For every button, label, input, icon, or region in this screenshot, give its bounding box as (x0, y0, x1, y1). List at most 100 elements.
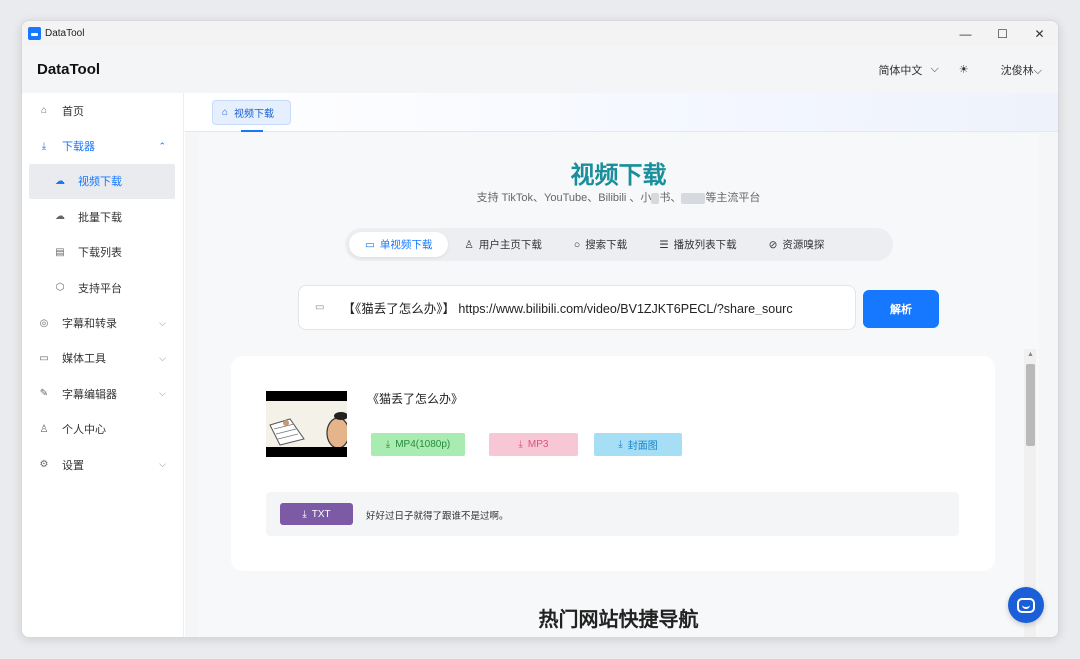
window-controls: — ☐ ✕ (947, 21, 1058, 46)
sidebar-item-video-download[interactable]: ☁ 视频下载 (29, 163, 175, 200)
sidebar-item-label: 下载器 (62, 141, 95, 154)
sidebar-item-settings[interactable]: ⚙ 设置 ⌵ (22, 447, 183, 482)
user-menu[interactable]: 沈俊林⌵ (1001, 62, 1042, 78)
subtitle-part-1: 支持 TikTok、YouTube、Bilibili 、小 (476, 192, 652, 204)
subtitle-part-3: 等主流平台 (705, 192, 761, 204)
title-bar: DataTool — ☐ ✕ (22, 21, 1058, 46)
tab-label: 用户主页下载 (478, 239, 542, 251)
url-input[interactable] (342, 300, 843, 315)
sidebar-item-label: 媒体工具 (62, 353, 106, 366)
video-thumbnail[interactable] (266, 391, 347, 457)
video-icon: ▭ (39, 352, 49, 364)
brand-name: DataTool (37, 61, 101, 78)
page-subtitle: 支持 TikTok、YouTube、Bilibili 、小 书、 等主流平台 (198, 189, 1039, 205)
button-label: TXT (311, 508, 331, 520)
button-label: 封面图 (627, 441, 658, 452)
tab-label: 视频下载 (234, 109, 275, 120)
edit-icon: ✎ (39, 388, 49, 400)
tab-resource-sniff[interactable]: ⊘ 资源嗅探 (753, 232, 841, 257)
tab-underline (241, 130, 263, 132)
sidebar-item-profile[interactable]: ♙ 个人中心 (22, 412, 183, 447)
compass-icon: ⊘ (768, 238, 778, 251)
sidebar-item-batch-download[interactable]: ☁ 批量下载 (22, 199, 183, 234)
download-icon: ⤓ (518, 439, 523, 450)
sidebar-item-label: 视频下载 (78, 176, 122, 189)
sidebar-item-label: 支持平台 (78, 282, 122, 295)
sidebar-item-supported-platforms[interactable]: ⬡ 支持平台 (22, 270, 183, 305)
user-icon: ♙ (464, 238, 474, 251)
sidebar-item-download-list[interactable]: ▤ 下载列表 (22, 235, 183, 270)
video-title: 《猫丢了怎么办》 (367, 392, 464, 406)
tab-label: 播放列表下载 (673, 239, 737, 251)
tab-video-download[interactable]: ⌂ 视频下载 (212, 100, 291, 125)
chevron-down-icon: ⌵ (159, 388, 166, 399)
sidebar: ⌂ 首页 ⤓ 下载器 ⌃ ☁ 视频下载 ☁ 批量下载 ▤ 下载列表 ⬡ 支持平台… (22, 93, 184, 637)
tab-playlist[interactable]: ☰ 播放列表下载 (643, 232, 752, 257)
main-area: ⌂ 视频下载 视频下载 支持 TikTok、YouTube、Bilibili 、… (185, 93, 1058, 637)
sidebar-item-label: 设置 (62, 459, 84, 472)
app-logo-icon (28, 27, 41, 40)
download-txt-button[interactable]: ⤓ TXT (280, 503, 353, 525)
tab-label: 单视频下载 (379, 239, 433, 251)
content-panel: 视频下载 支持 TikTok、YouTube、Bilibili 、小 书、 等主流平… (198, 133, 1039, 637)
scroll-thumb[interactable] (1026, 364, 1035, 446)
language-selector[interactable]: 简体中文 ⌵ (878, 62, 938, 78)
sidebar-item-label: 首页 (62, 105, 84, 118)
maximize-button[interactable]: ☐ (984, 21, 1021, 46)
redacted-block (681, 192, 706, 204)
transcript-row: ⤓ TXT 好好过日子就得了跟谁不是过啊。 (266, 492, 959, 536)
video-icon: ▭ (365, 238, 375, 251)
button-label: MP3 (527, 439, 549, 450)
language-label: 简体中文 (878, 64, 923, 77)
list-box-icon: ▤ (55, 246, 65, 258)
parse-button[interactable]: 解析 (863, 290, 939, 328)
sidebar-item-subtitle-editor[interactable]: ✎ 字幕编辑器 ⌵ (22, 376, 183, 411)
download-icon: ⤓ (385, 439, 391, 450)
cloud-icon: ☁ (55, 175, 65, 187)
subtitle-part-2: 书、 (659, 192, 682, 204)
cloud-icon: ☁ (55, 211, 65, 223)
sidebar-item-label: 个人中心 (62, 424, 106, 437)
sidebar-item-label: 批量下载 (78, 211, 122, 224)
chevron-up-icon: ⌃ (158, 140, 166, 151)
video-icon: ▭ (315, 302, 325, 313)
sidebar-item-subtitles[interactable]: ◎ 字幕和转录 ⌵ (22, 305, 183, 340)
home-icon: ⌂ (40, 105, 48, 117)
search-icon: ○ (573, 238, 581, 251)
sun-icon[interactable]: ☀ (959, 63, 969, 76)
close-button[interactable]: ✕ (1021, 21, 1058, 46)
download-mode-tabs: ▭ 单视频下载 ♙ 用户主页下载 ○ 搜索下载 ☰ 播放列表下载 ⊘ 资源嗅探 (345, 228, 893, 261)
page-tab-bar: ⌂ 视频下载 (185, 93, 1058, 132)
chevron-down-icon: ⌵ (159, 352, 166, 363)
window-title: DataTool (45, 28, 85, 39)
page-title: 视频下载 (570, 162, 667, 189)
home-icon: ⌂ (222, 107, 229, 118)
download-icon: ⤓ (618, 439, 623, 450)
header-actions: 简体中文 ⌵ ☀ 沈俊林⌵ (878, 62, 1042, 78)
minimize-button[interactable]: — (947, 21, 984, 46)
result-card: 《猫丢了怎么办》 ⤓ MP4(1080p) ⤓ MP3 ⤓ 封面图 ⤓ TXT (231, 356, 995, 571)
sidebar-item-media-tools[interactable]: ▭ 媒体工具 ⌵ (22, 341, 183, 376)
app-header: DataTool 简体中文 ⌵ ☀ 沈俊林⌵ (22, 46, 1058, 93)
tab-single-video[interactable]: ▭ 单视频下载 (349, 232, 449, 257)
app-window: DataTool — ☐ ✕ DataTool 简体中文 ⌵ ☀ 沈俊林⌵ ⌂ … (21, 20, 1059, 638)
scroll-up-icon[interactable]: ▲ (1027, 351, 1034, 358)
sidebar-item-downloader[interactable]: ⤓ 下载器 ⌃ (22, 128, 183, 163)
tab-user-homepage[interactable]: ♙ 用户主页下载 (448, 232, 557, 257)
cube-icon: ⬡ (55, 282, 65, 294)
chevron-down-icon: ⌵ (159, 317, 166, 328)
chat-support-button[interactable] (1008, 587, 1044, 623)
url-input-box: ▭ (298, 285, 856, 330)
sidebar-item-label: 下载列表 (78, 247, 122, 260)
button-label: MP4(1080p) (395, 439, 451, 450)
microphone-icon: ◎ (39, 317, 49, 329)
sidebar-item-home[interactable]: ⌂ 首页 (22, 93, 183, 128)
tab-label: 资源嗅探 (782, 239, 825, 251)
user-icon: ♙ (39, 423, 49, 435)
list-icon: ☰ (659, 238, 669, 251)
download-mp3-button[interactable]: ⤓ MP3 (489, 433, 578, 456)
download-cover-button[interactable]: ⤓ 封面图 (594, 433, 682, 456)
tab-search[interactable]: ○ 搜索下载 (558, 232, 643, 257)
sidebar-item-label: 字幕和转录 (62, 318, 117, 331)
download-mp4-button[interactable]: ⤓ MP4(1080p) (371, 433, 465, 456)
